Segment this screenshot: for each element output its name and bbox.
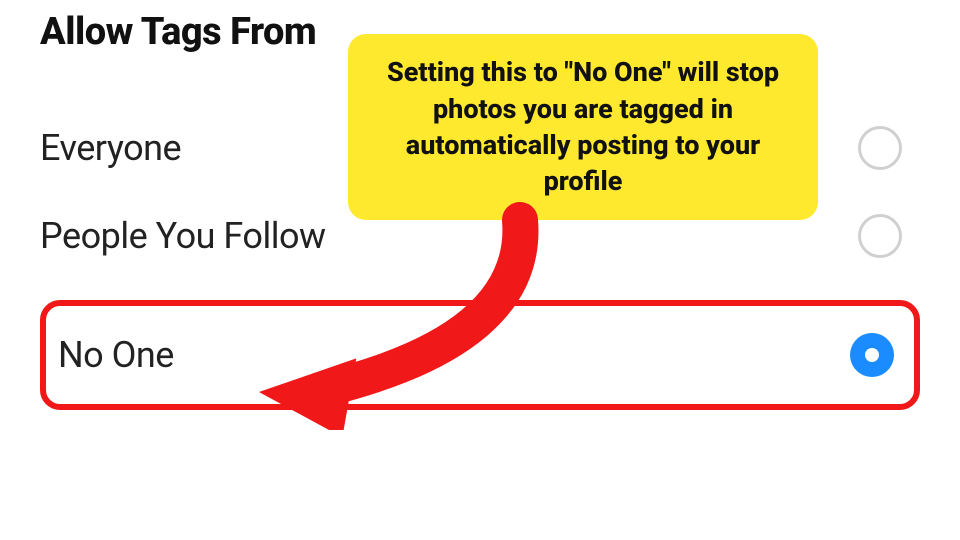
option-label: Everyone — [40, 127, 181, 169]
annotation-callout: Setting this to "No One" will stop photo… — [348, 34, 818, 220]
option-label: People You Follow — [40, 215, 326, 257]
radio-unchecked-icon — [858, 214, 902, 258]
radio-checked-icon — [850, 333, 894, 377]
option-label: No One — [58, 334, 174, 376]
callout-text: Setting this to "No One" will stop photo… — [372, 54, 794, 200]
option-row-no-one[interactable]: No One — [40, 300, 920, 410]
radio-unchecked-icon — [858, 126, 902, 170]
